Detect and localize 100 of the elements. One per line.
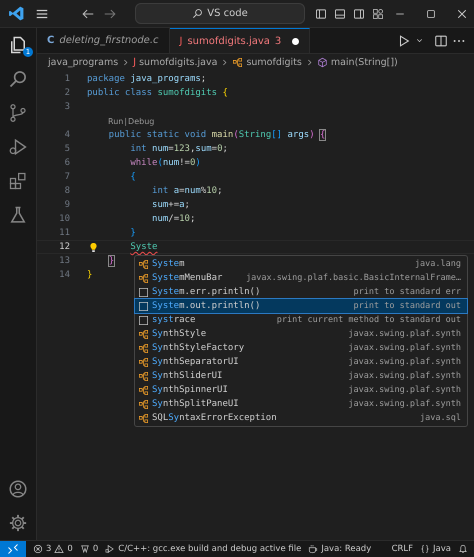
code-text: ;: [217, 186, 222, 196]
suggestion-detail: javax.swing.plaf.synth: [348, 357, 461, 367]
suggestion-detail: javax.swing.plaf.synth: [348, 385, 461, 395]
split-editor-icon[interactable]: [434, 34, 448, 48]
identifier: num: [162, 158, 180, 168]
codelens-link[interactable]: Debug: [128, 116, 154, 126]
codelens-link[interactable]: Run: [108, 116, 124, 126]
bracket: {: [129, 172, 136, 182]
command-search-field[interactable]: VS code: [135, 3, 305, 24]
files-icon[interactable]: [8, 35, 28, 55]
run-debug-icon[interactable]: [8, 137, 28, 157]
bracket: {: [221, 88, 228, 98]
class-icon: [138, 398, 149, 410]
line-number: 8: [64, 186, 70, 196]
suggestion-detail: print to standard err: [354, 287, 461, 297]
lightbulb-icon[interactable]: [88, 242, 99, 253]
number-literal: 0: [190, 158, 196, 168]
settings-icon[interactable]: [8, 513, 28, 533]
keyword: public: [108, 130, 142, 140]
unsaved-dot-icon[interactable]: [292, 38, 300, 44]
maximize-icon[interactable]: [425, 8, 437, 20]
keyword: while: [129, 158, 158, 168]
code-text: %: [200, 186, 206, 196]
tab-label: sumofdigits.java: [187, 36, 270, 46]
notification-bell-icon[interactable]: [458, 544, 468, 554]
bracket: }: [87, 270, 92, 280]
number-literal: 10: [179, 214, 190, 224]
ports-count[interactable]: 0: [92, 544, 98, 554]
keyword: static: [146, 130, 180, 140]
suggestion-detail: javax.swing.plaf.synth: [348, 399, 461, 409]
code-text: ;: [200, 74, 206, 84]
close-icon[interactable]: [456, 8, 468, 20]
editor-tab[interactable]: J sumofdigits.java 3: [170, 28, 310, 53]
class-icon: [138, 356, 149, 368]
suggestion-item[interactable]: SynthSliderUI javax.swing.plaf.synth: [135, 369, 467, 383]
suggestion-item[interactable]: SystemMenuBar javax.swing.plaf.basic.BasicInternalFrame…: [135, 271, 467, 285]
type-name: sumofdigits: [156, 88, 218, 98]
breadcrumb-item[interactable]: sumofdigits.java: [139, 57, 218, 68]
extensions-icon[interactable]: [8, 171, 28, 191]
suggestion-item[interactable]: System.out.println() print to standard out: [135, 299, 467, 313]
separator: |: [124, 116, 128, 126]
snippet-icon: [138, 300, 149, 312]
warning-count[interactable]: 0: [67, 544, 73, 554]
breadcrumb-item[interactable]: sumofdigits: [246, 57, 302, 68]
status-item[interactable]: CRLF: [392, 544, 414, 554]
suggestion-item[interactable]: SynthStyle javax.swing.plaf.synth: [135, 327, 467, 341]
bracket: []: [271, 130, 282, 140]
snippet-icon: [138, 314, 149, 326]
branch-icon[interactable]: [8, 103, 28, 123]
error-count[interactable]: 3: [46, 544, 52, 554]
suggestion-label: SynthStyle: [152, 329, 206, 339]
back-arrow-icon[interactable]: [81, 6, 95, 20]
search-icon[interactable]: [8, 69, 28, 89]
breadcrumb-item[interactable]: java_programs: [48, 57, 118, 68]
run-task-icon: [105, 544, 116, 554]
suggestion-item[interactable]: SynthSeparatorUI javax.swing.plaf.synth: [135, 355, 467, 369]
flask-icon[interactable]: [8, 205, 28, 225]
status-item[interactable]: Java: Ready: [321, 544, 372, 554]
suggestion-item[interactable]: System java.lang: [135, 257, 467, 271]
forward-arrow-icon[interactable]: [103, 6, 117, 20]
number-literal: 0: [217, 144, 223, 154]
line-number: 2: [64, 88, 70, 98]
suggestion-label: SQLSyntaxErrorException: [152, 413, 277, 423]
error-identifier: Syste: [130, 242, 158, 252]
suggestion-label: SynthSeparatorUI: [152, 357, 239, 367]
code-text: /=: [168, 214, 180, 224]
code-text: =: [168, 144, 174, 154]
bracket: ): [195, 158, 201, 168]
breadcrumb-item[interactable]: main(String[]): [330, 57, 398, 68]
search-icon: [192, 8, 204, 19]
suggestion-item[interactable]: System.err.println() print to standard err: [135, 285, 467, 299]
remote-icon[interactable]: [0, 541, 26, 557]
bracket: ): [309, 130, 316, 140]
keyword: int: [129, 144, 147, 154]
panel-toggle-icon[interactable]: [334, 8, 346, 20]
suggestion-item[interactable]: SynthStyleFactory javax.swing.plaf.synth: [135, 341, 467, 355]
line-number: 14: [58, 270, 70, 280]
code-text: ;: [190, 214, 196, 224]
warning-icon: [54, 544, 64, 554]
secondary-sidebar-toggle-icon[interactable]: [353, 8, 365, 20]
class-icon: [138, 342, 149, 354]
suggestion-item[interactable]: systrace print current method to standard out: [135, 313, 467, 327]
suggestion-item[interactable]: SynthSpinnerUI javax.swing.plaf.synth: [135, 383, 467, 397]
account-icon[interactable]: [8, 479, 28, 499]
language-mode[interactable]: Java: [433, 544, 451, 554]
vscode-logo-icon: [8, 5, 25, 22]
keyword: class: [124, 88, 152, 98]
suggestion-item[interactable]: SQLSyntaxErrorException java.sql: [135, 411, 467, 425]
suggestion-detail: print current method to standard out: [276, 315, 461, 325]
line-number: 11: [58, 228, 70, 238]
status-item[interactable]: C/C++: gcc.exe build and debug active file: [118, 544, 302, 554]
sidebar-toggle-icon[interactable]: [315, 8, 327, 20]
line-number: 12: [58, 242, 70, 252]
run-icon[interactable]: [397, 34, 411, 48]
code-text: ;: [222, 144, 228, 154]
suggestion-item[interactable]: SynthSplitPaneUI javax.swing.plaf.synth: [135, 397, 467, 411]
error-icon: [33, 544, 43, 554]
suggestion-label: System.err.println(): [152, 287, 260, 297]
suggestion-label: SystemMenuBar: [152, 273, 222, 283]
layout-grid-icon[interactable]: [372, 8, 384, 20]
